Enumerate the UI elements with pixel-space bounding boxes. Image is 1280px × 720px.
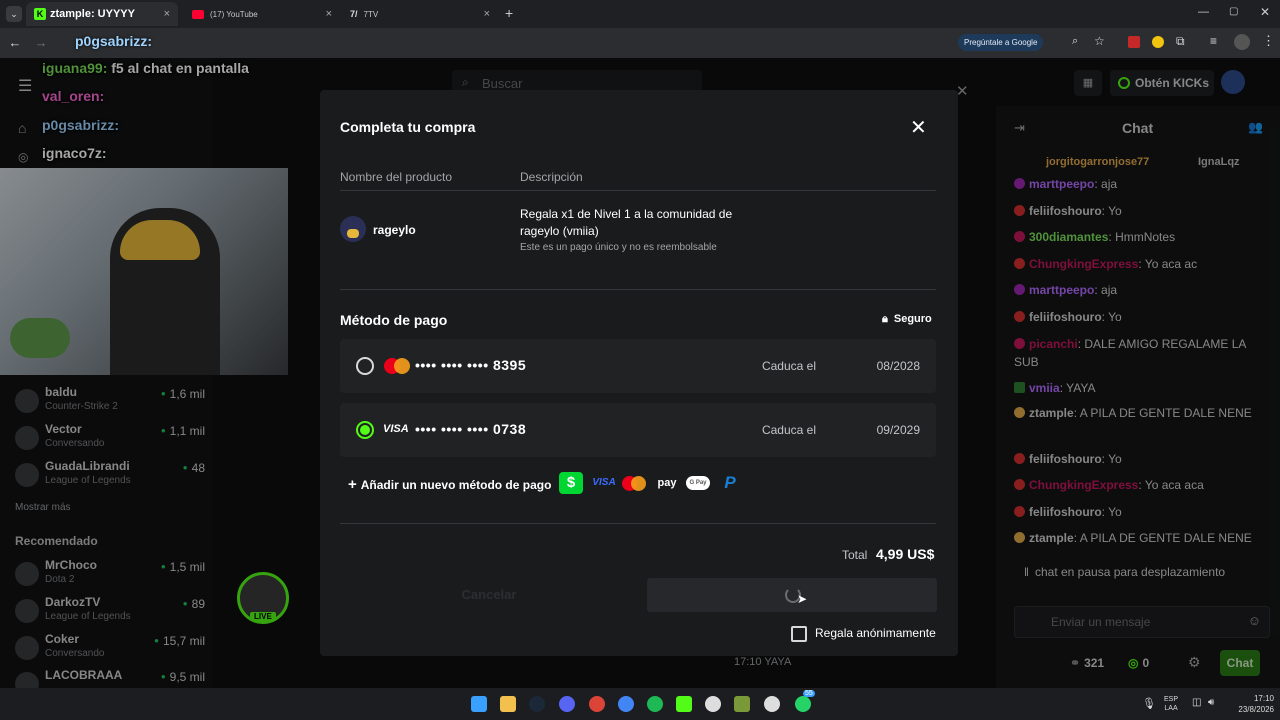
clock-time: 17:10 — [1253, 694, 1274, 703]
divider — [340, 190, 936, 191]
card-number: •••• •••• •••• 8395 — [415, 357, 527, 373]
close-tab-icon[interactable]: × — [484, 8, 490, 20]
file-explorer-icon[interactable] — [500, 696, 516, 712]
mastercard-icon[interactable] — [622, 472, 648, 494]
minimize-icon[interactable]: — — [1198, 6, 1209, 18]
whatsapp-badge: 55 — [803, 690, 815, 697]
visa-icon[interactable]: VISA — [590, 472, 618, 494]
zoom-icon[interactable]: ⌕ — [1072, 35, 1078, 48]
outer-close-icon[interactable]: ✕ — [956, 82, 969, 100]
payment-card-option-selected[interactable]: VISA •••• •••• •••• 0738 Caduca el 09/20… — [340, 403, 936, 457]
expiry-label: Caduca el — [761, 359, 816, 373]
tab-label: ztample: UYYYY — [50, 8, 135, 20]
7tv-favicon-icon: 7/ — [350, 9, 358, 19]
volume-icon[interactable]: 🔊︎ — [1208, 697, 1214, 708]
tab-kick[interactable]: K ztample: UYYYY × — [26, 2, 178, 26]
spotify-icon[interactable] — [647, 696, 663, 712]
add-payment-method-button[interactable]: + Añadir un nuevo método de pago — [348, 476, 551, 493]
tab-label: (17) YouTube — [210, 9, 258, 19]
ask-google-button[interactable]: Pregúntale a Google — [958, 34, 1044, 51]
steam-icon[interactable] — [529, 696, 545, 712]
close-tab-icon[interactable]: × — [326, 8, 332, 20]
secure-label: 🔒︎ Seguro — [882, 313, 932, 325]
mouse-cursor-icon: ➤ — [797, 592, 808, 606]
tab-search-icon[interactable]: ⌄ — [6, 6, 22, 22]
product-name-header: Nombre del producto — [340, 170, 453, 184]
google-pay-icon[interactable]: G Pay — [686, 476, 710, 490]
discord-icon[interactable] — [559, 696, 575, 712]
overlay-username: p0gsabrizz: — [75, 33, 153, 49]
payment-card-option[interactable]: •••• •••• •••• 8395 Caduca el 08/2028 — [340, 339, 936, 393]
ccleaner-icon[interactable] — [705, 696, 721, 712]
chrome-icon[interactable] — [618, 696, 634, 712]
card-radio[interactable] — [356, 357, 374, 375]
mastercard-icon — [384, 358, 410, 374]
tab-7tv[interactable]: 7/ 7TV × — [342, 2, 498, 26]
paypal-icon[interactable]: P — [720, 472, 740, 494]
browser-tab-bar: ⌄ K ztample: UYYYY × (17) YouTube × 7/ 7… — [0, 0, 1280, 28]
extension-icon[interactable] — [1128, 36, 1140, 48]
divider — [340, 523, 936, 524]
pay-button-loading[interactable]: ➤ — [647, 578, 937, 612]
card-radio-selected[interactable] — [356, 421, 374, 439]
expiry-date: 09/2029 — [876, 423, 920, 437]
whatsapp-icon[interactable] — [795, 696, 811, 712]
kick-icon[interactable] — [676, 696, 692, 712]
app-icon[interactable] — [764, 696, 780, 712]
cancel-button[interactable]: Cancelar — [340, 578, 638, 612]
puzzle-icon[interactable]: ⧉ — [1176, 34, 1185, 49]
clock[interactable]: 17:10 23/8/2026 — [1226, 693, 1274, 715]
expiry-date: 08/2028 — [876, 359, 920, 373]
new-tab-button[interactable]: + — [505, 5, 513, 21]
card-number: •••• •••• •••• 0738 — [415, 421, 527, 437]
tab-label: 7TV — [363, 9, 379, 19]
cashapp-icon[interactable]: $ — [559, 472, 583, 494]
forward-arrow-icon[interactable]: → — [32, 34, 50, 52]
kick-favicon-icon: K — [34, 8, 46, 20]
lock-icon: 🔒︎ — [882, 313, 888, 325]
clock-date: 23/8/2026 — [1238, 705, 1274, 714]
total-value: 4,99 US$ — [876, 546, 935, 562]
extension-icon[interactable] — [1152, 36, 1164, 48]
reading-list-icon[interactable]: ≡ — [1210, 34, 1217, 48]
chrome-icon[interactable] — [589, 696, 605, 712]
youtube-favicon-icon — [192, 9, 204, 19]
close-window-icon[interactable]: ✕ — [1260, 5, 1270, 19]
anonymous-gift-label[interactable]: Regala anónimamente — [815, 626, 936, 640]
close-tab-icon[interactable]: × — [164, 8, 170, 20]
minecraft-icon[interactable] — [734, 696, 750, 712]
browser-menu-icon[interactable]: ⋮ — [1262, 33, 1275, 49]
back-arrow-icon[interactable]: ← — [6, 34, 24, 52]
close-modal-icon[interactable]: ✕ — [910, 115, 927, 140]
windows-start-icon[interactable] — [471, 696, 487, 712]
purchase-modal: Completa tu compra ✕ Nombre del producto… — [320, 90, 958, 656]
maximize-icon[interactable]: ▢ — [1229, 6, 1238, 17]
description-header: Descripción — [520, 170, 583, 184]
divider — [340, 289, 936, 290]
microphone-icon[interactable]: 🎙︎ — [1142, 697, 1156, 710]
anonymous-gift-checkbox[interactable] — [791, 626, 807, 642]
modal-title: Completa tu compra — [340, 119, 476, 135]
network-icon[interactable]: ◫ — [1192, 697, 1201, 708]
refund-note: Este es un pago único y no es reembolsab… — [520, 242, 717, 253]
windows-taskbar: 55 🎙︎ ESP LAA ◫ 🔊︎ 17:10 23/8/2026 — [0, 688, 1280, 720]
payment-method-title: Método de pago — [340, 312, 448, 328]
browser-toolbar: ← → p0gsabrizz: Pregúntale a Google ⌕ ☆ … — [0, 28, 1280, 58]
tab-youtube[interactable]: (17) YouTube × — [184, 2, 340, 26]
bookmark-star-icon[interactable]: ☆ — [1094, 34, 1105, 48]
amazon-pay-icon[interactable]: pay — [654, 472, 680, 494]
expiry-label: Caduca el — [761, 423, 816, 437]
product-avatar — [340, 216, 366, 242]
product-description: Regala x1 de Nivel 1 a la comunidad de r… — [520, 207, 733, 238]
profile-avatar[interactable] — [1234, 34, 1250, 50]
language-indicator[interactable]: ESP LAA — [1164, 695, 1178, 713]
visa-icon: VISA — [383, 423, 409, 435]
plus-icon: + — [348, 476, 357, 493]
product-name: rageylo — [373, 223, 416, 237]
total-label: Total — [842, 548, 868, 562]
